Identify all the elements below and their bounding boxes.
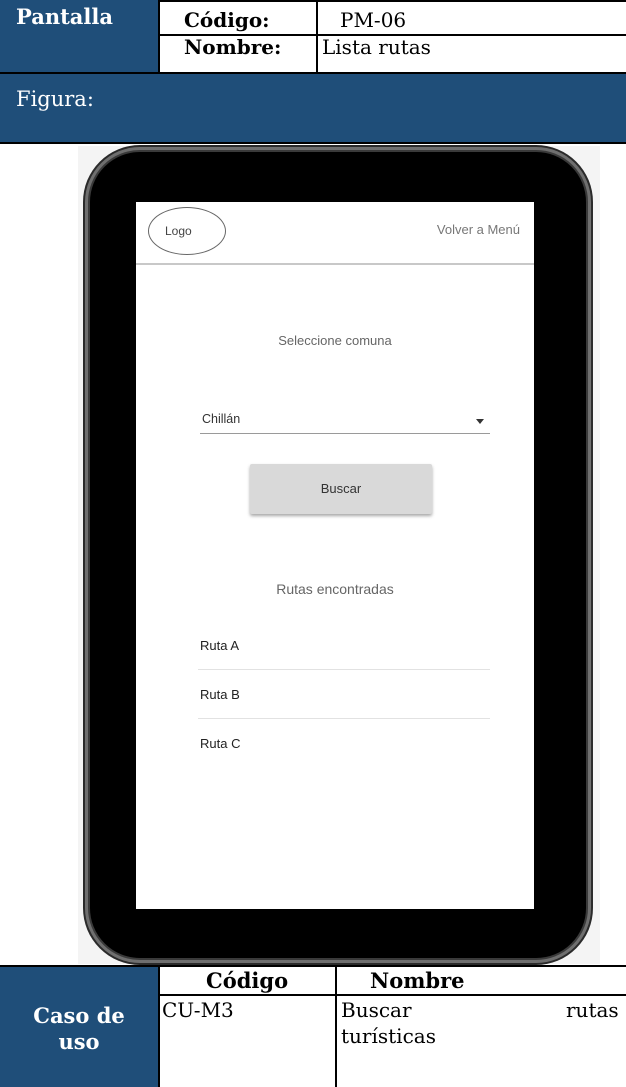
list-item[interactable]: Ruta B — [198, 670, 490, 719]
use-case-label-line2: uso — [58, 1029, 100, 1054]
logo-text: Logo — [165, 224, 192, 238]
search-button-label: Buscar — [320, 481, 362, 496]
codigo-value: PM-06 — [340, 8, 407, 32]
divider — [158, 994, 626, 996]
use-case-codigo-value: CU-M3 — [162, 998, 234, 1022]
figura-header — [0, 72, 626, 142]
use-case-codigo-header: Código — [206, 968, 289, 993]
divider — [158, 0, 626, 2]
route-label: Ruta A — [200, 638, 240, 653]
use-case-nombre-line2: turísticas — [341, 1024, 436, 1048]
commune-dropdown-value: Chillán — [202, 412, 241, 426]
route-label: Ruta C — [200, 736, 241, 751]
back-to-menu-link[interactable]: Volver a Menú — [437, 222, 520, 237]
route-label: Ruta B — [200, 687, 240, 702]
search-button[interactable]: Buscar — [250, 464, 432, 514]
codigo-label: Código: — [184, 8, 270, 32]
commune-dropdown[interactable]: Chillán — [200, 408, 490, 434]
use-case-nombre-word2: rutas — [566, 998, 619, 1022]
app-bar-divider — [136, 263, 534, 265]
chevron-down-icon — [476, 419, 484, 424]
divider — [158, 967, 160, 1087]
use-case-label-line1: Caso de — [33, 1003, 125, 1028]
list-item[interactable]: Ruta C — [198, 719, 490, 767]
results-title: Rutas encontradas — [276, 581, 394, 597]
tablet-screen: Logo Volver a Menú Seleccione comuna Chi… — [136, 202, 534, 909]
divider — [335, 967, 337, 1087]
list-item[interactable]: Ruta A — [198, 622, 490, 670]
nombre-label: Nombre: — [184, 35, 282, 59]
use-case-nombre-header: Nombre — [370, 968, 465, 993]
figura-label: Figura: — [16, 87, 94, 111]
logo-oval[interactable]: Logo — [148, 207, 226, 255]
use-case-nombre-word1: Buscar — [341, 998, 412, 1022]
divider — [158, 0, 160, 72]
divider — [316, 0, 318, 72]
pantalla-label: Pantalla — [16, 4, 113, 29]
nombre-value: Lista rutas — [322, 35, 431, 59]
select-commune-title: Seleccione comuna — [278, 333, 392, 348]
divider — [158, 34, 626, 36]
